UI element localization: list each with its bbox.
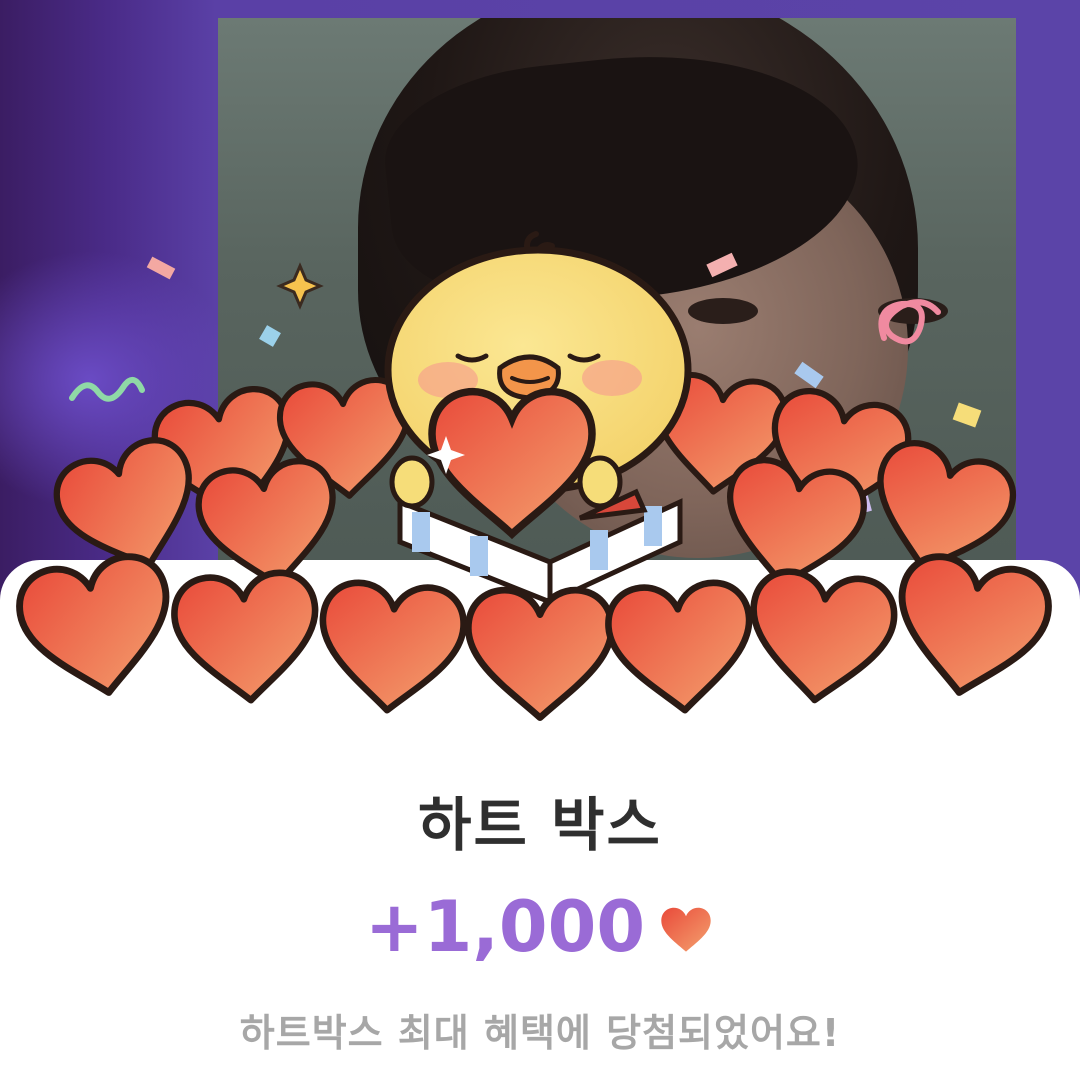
reward-amount: +1,000: [364, 886, 646, 968]
reward-amount-row: +1,000: [0, 886, 1080, 968]
heart-box-illustration: [0, 231, 1080, 740]
heart-icon: [661, 907, 711, 952]
reward-title: 하트 박스: [418, 791, 662, 859]
reward-message: 하트박스 최대 혜택에 당첨되었어요!: [239, 1011, 841, 1055]
